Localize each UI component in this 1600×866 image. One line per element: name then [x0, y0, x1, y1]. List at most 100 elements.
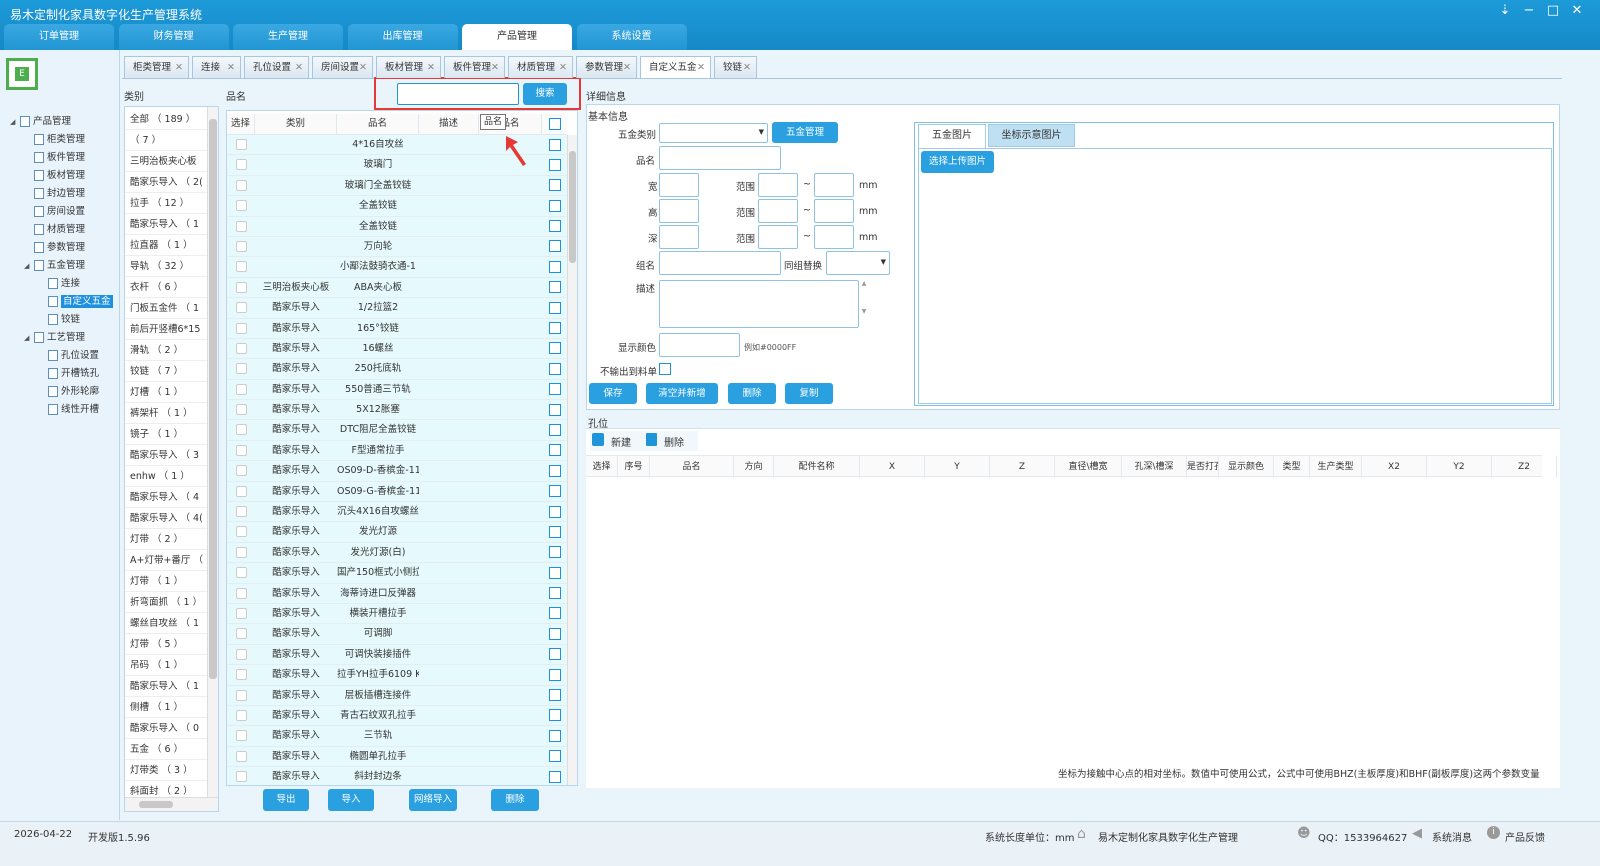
tree-item-0[interactable]: ◢ 产品管理: [10, 113, 120, 131]
row-select-cell[interactable]: [542, 624, 567, 644]
row-select-cell[interactable]: [542, 686, 567, 706]
row-checkbox-cell[interactable]: [227, 543, 255, 563]
table-row[interactable]: 全盖铰链: [227, 196, 567, 217]
checkbox[interactable]: [235, 750, 247, 762]
table-row[interactable]: 酷家乐导入 F型通常拉手: [227, 440, 567, 462]
tree-item-10[interactable]: 自定义五金: [10, 293, 120, 311]
description-textarea[interactable]: [659, 280, 859, 328]
checkbox[interactable]: [235, 648, 247, 660]
checkbox[interactable]: [235, 322, 247, 334]
table-row[interactable]: 酷家乐导入 斜封封边条: [227, 767, 567, 785]
row-select-cell[interactable]: [542, 298, 567, 318]
tree-item-12[interactable]: ◢ 工艺管理: [10, 329, 120, 347]
grid-button-0[interactable]: 导出: [263, 789, 309, 811]
category-item[interactable]: 三明治板夹心板: [125, 151, 207, 172]
checkbox[interactable]: [548, 648, 561, 661]
row-select-cell[interactable]: [542, 726, 567, 746]
checkbox[interactable]: [548, 199, 561, 212]
checkbox[interactable]: [235, 485, 247, 497]
detail-button-1[interactable]: 清空并新增: [646, 383, 718, 404]
tree-item-13[interactable]: 孔位设置: [10, 347, 120, 365]
category-item[interactable]: 灯带 （ 1 ）: [125, 571, 207, 592]
table-row[interactable]: 小鄙法鼓骑衣通-1: [227, 257, 567, 278]
row-checkbox-cell[interactable]: [227, 461, 255, 481]
table-row[interactable]: 酷家乐导入 165°铰链: [227, 318, 567, 339]
row-checkbox-cell[interactable]: [227, 237, 255, 257]
tree-item-2[interactable]: 板件管理: [10, 149, 120, 167]
checkbox[interactable]: [235, 281, 247, 293]
tree-item-5[interactable]: 房间设置: [10, 203, 120, 221]
no-output-checkbox[interactable]: [659, 363, 671, 375]
row-checkbox-cell[interactable]: [227, 604, 255, 624]
range-min-input[interactable]: [758, 225, 798, 249]
row-checkbox-cell[interactable]: [227, 665, 255, 685]
close-icon[interactable]: ✕: [743, 57, 751, 79]
checkbox[interactable]: [235, 771, 247, 783]
checkbox[interactable]: [235, 179, 247, 191]
category-item[interactable]: 灯带 （ 5 ）: [125, 634, 207, 655]
grid-button-3[interactable]: 删除: [491, 789, 539, 811]
checkbox[interactable]: [548, 423, 561, 436]
select-all-checkbox[interactable]: [542, 118, 567, 130]
hardware-manage-button[interactable]: 五金管理: [772, 122, 838, 143]
category-item[interactable]: 酷家乐导入 （ 0: [125, 718, 207, 739]
row-checkbox-cell[interactable]: [227, 176, 255, 196]
row-checkbox-cell[interactable]: [227, 726, 255, 746]
category-item[interactable]: 酷家乐导入 （ 2(: [125, 172, 207, 193]
toggle-icon[interactable]: ◢: [24, 329, 34, 347]
row-checkbox-cell[interactable]: [227, 196, 255, 216]
table-row[interactable]: 酷家乐导入 OS09-G-香槟金-11: [227, 481, 567, 503]
table-row[interactable]: 万向轮: [227, 236, 567, 258]
category-item[interactable]: 酷家乐导入 （ 4: [125, 487, 207, 508]
table-row[interactable]: 三明治板夹心板 ABA夹心板: [227, 277, 567, 299]
row-select-cell[interactable]: [542, 645, 567, 665]
row-checkbox-cell[interactable]: [227, 217, 255, 237]
row-checkbox-cell[interactable]: [227, 155, 255, 175]
toggle-icon[interactable]: ◢: [10, 113, 20, 131]
row-checkbox-cell[interactable]: [227, 319, 255, 339]
checkbox[interactable]: [235, 607, 247, 619]
close-icon[interactable]: ✕: [295, 57, 303, 79]
category-item[interactable]: 门板五金件 （ 1: [125, 298, 207, 319]
close-icon[interactable]: ✕: [427, 57, 435, 79]
row-select-cell[interactable]: [542, 420, 567, 440]
tree-item-15[interactable]: 外形轮廓: [10, 383, 120, 401]
row-checkbox-cell[interactable]: [227, 624, 255, 644]
row-select-cell[interactable]: [542, 135, 567, 155]
row-checkbox-cell[interactable]: [227, 278, 255, 298]
category-item[interactable]: 酷家乐导入 （ 1: [125, 214, 207, 235]
sub-tab-1[interactable]: 连接 ✕: [192, 56, 241, 78]
close-icon[interactable]: ✕: [227, 57, 235, 79]
checkbox[interactable]: [235, 404, 247, 416]
grid-scrollbar[interactable]: [567, 135, 577, 785]
checkbox[interactable]: [548, 525, 561, 538]
table-row[interactable]: 酷家乐导入 250托底轨: [227, 359, 567, 380]
table-row[interactable]: 酷家乐导入 三节轨: [227, 726, 567, 747]
row-select-cell[interactable]: [542, 747, 567, 767]
category-item[interactable]: 酷家乐导入 （ 3: [125, 445, 207, 466]
table-row[interactable]: 酷家乐导入 青古石纹双孔拉手: [227, 705, 567, 727]
row-checkbox-cell[interactable]: [227, 502, 255, 522]
close-icon[interactable]: ✕: [491, 57, 499, 79]
table-row[interactable]: 酷家乐导入 可调快装接插件: [227, 644, 567, 666]
row-checkbox-cell[interactable]: [227, 645, 255, 665]
grid-button-2[interactable]: 网络导入: [409, 789, 457, 811]
close-icon[interactable]: ✕: [623, 57, 631, 79]
checkbox[interactable]: [548, 770, 561, 783]
checkbox[interactable]: [235, 526, 247, 538]
checkbox[interactable]: [235, 159, 247, 171]
color-input[interactable]: [659, 333, 740, 357]
main-tab-0[interactable]: 订单管理: [4, 24, 114, 50]
close-icon[interactable]: ✕: [1566, 3, 1588, 18]
checkbox[interactable]: [548, 322, 561, 335]
checkbox[interactable]: [548, 566, 561, 579]
textarea-scrollbar[interactable]: ▲ ▼: [860, 280, 868, 328]
checkbox[interactable]: [548, 505, 561, 518]
detail-button-0[interactable]: 保存: [589, 383, 637, 404]
checkbox[interactable]: [235, 444, 247, 456]
sub-tab-0[interactable]: 柜类管理 ✕: [124, 56, 189, 78]
checkbox[interactable]: [235, 730, 247, 742]
table-row[interactable]: 酷家乐导入 DTC阻尼全盖铰链: [227, 420, 567, 441]
checkbox[interactable]: [548, 668, 561, 681]
category-item[interactable]: 衣杆 （ 6 ）: [125, 277, 207, 298]
